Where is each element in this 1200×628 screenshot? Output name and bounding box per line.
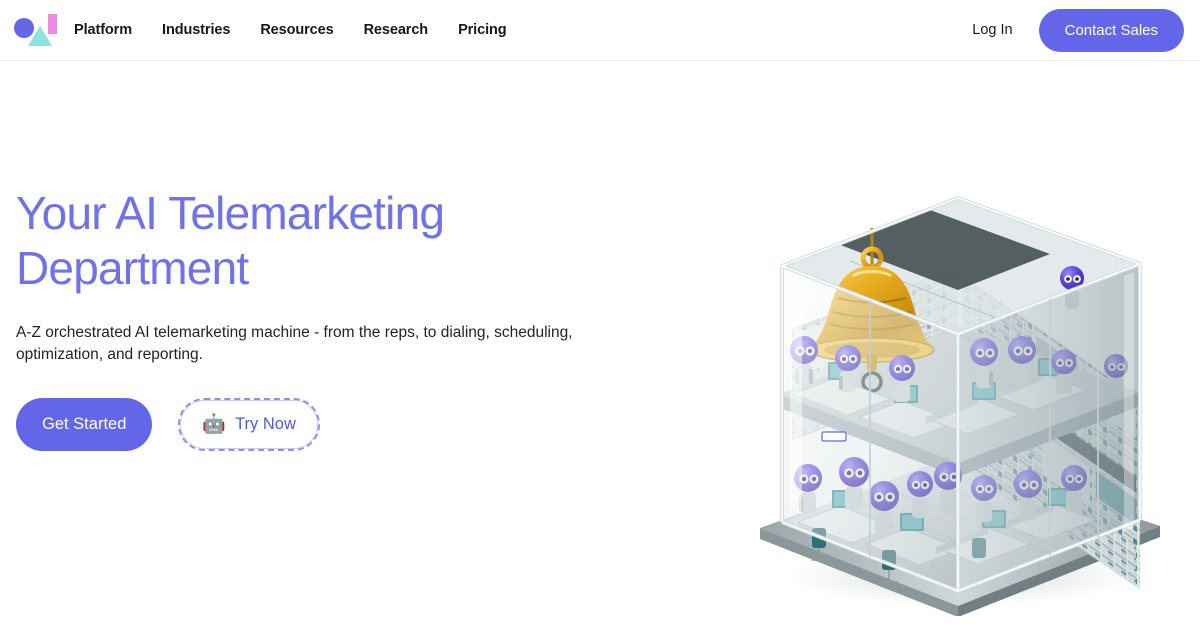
login-link[interactable]: Log In [966,22,1018,38]
nav-item-pricing[interactable]: Pricing [458,22,507,38]
hero-copy-column: Your AI Telemarketing Department A-Z orc… [0,61,620,451]
try-now-label: Try Now [235,415,296,433]
nav-item-platform[interactable]: Platform [74,22,132,38]
nav-item-research[interactable]: Research [364,22,429,38]
hero-section: Your AI Telemarketing Department A-Z orc… [0,61,1200,616]
nav-item-industries[interactable]: Industries [162,22,230,38]
nav-item-resources[interactable]: Resources [260,22,333,38]
brand-logo[interactable] [8,9,60,51]
primary-nav-links: Platform Industries Resources Research P… [74,22,507,38]
robot-icon: 🤖 [202,414,227,435]
nav-right-actions: Log In Contact Sales [966,8,1184,52]
hero-illustration [720,136,1190,616]
hero-subheadline: A-Z orchestrated AI telemarketing machin… [16,324,573,363]
get-started-button[interactable]: Get Started [16,398,153,451]
hero-cta-row: Get Started 🤖 Try Now [16,398,620,451]
contact-sales-button[interactable]: Contact Sales [1038,8,1184,52]
logo-rectangle-icon [48,14,57,34]
try-now-button[interactable]: 🤖 Try Now [178,398,321,451]
hero-headline: Your AI Telemarketing Department [16,187,445,294]
top-navigation-bar: Platform Industries Resources Research P… [0,0,1200,61]
